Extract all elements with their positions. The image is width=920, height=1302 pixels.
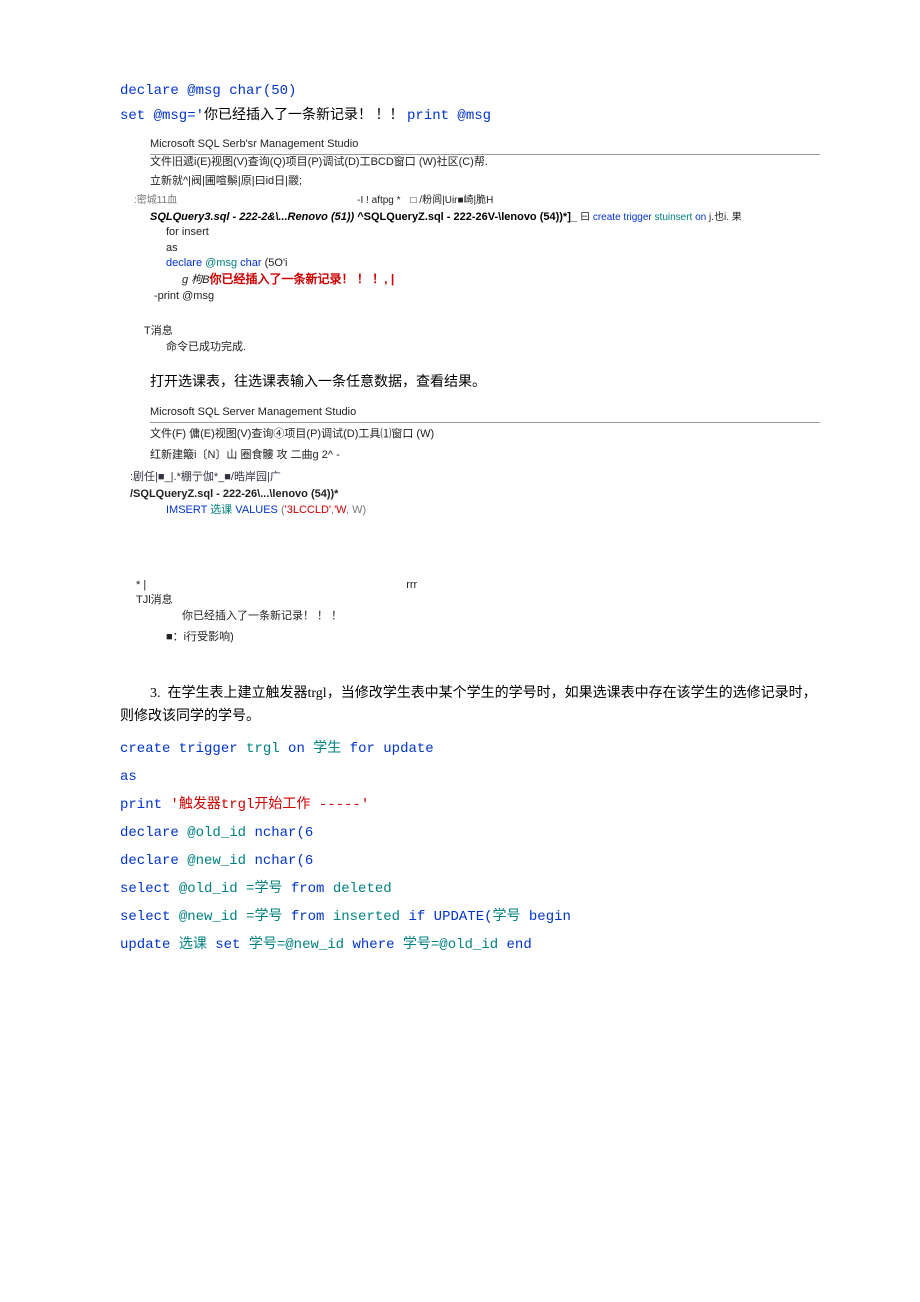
toolbar-row: 立新就^|阀|圃喧鬃|原|曰id日|鬷; [150, 174, 820, 189]
code-line: update 选课 set 学号=@new_id where 学号=@old_i… [120, 931, 820, 959]
menu-bar: 文件旧遞i(E)视图(V)查询(Q)项目(P)调试(D)工BCD窗口 (W)社区… [150, 155, 820, 170]
question-3: 3. 在学生表上建立触发器trgl，当修改学生表中某个学生的学号时，如果选课表中… [120, 682, 820, 730]
decor-text: * | [136, 578, 146, 593]
code-line: for insert [150, 225, 820, 240]
code-line: g 枸B你已经插入了一条新记录！ ！ ！, | [150, 271, 820, 288]
toolbar-fragment: □ /粉闾|Uir■崎|脆H [411, 194, 494, 208]
window-title: Microsoft SQL Serb'sr Management Studio [150, 137, 820, 155]
messages-header: TJl消息 [136, 593, 820, 608]
code-line: declare @new_id nchar(6 [120, 847, 820, 875]
messages-line: ■：i行受影响) [150, 630, 820, 645]
code-text: declare @msg char(50) [120, 83, 296, 99]
code-line: IMSERT 选课 VALUES ('3LCCLD','W, W) [150, 503, 820, 518]
code-line: create trigger trgl on 学生 for update [120, 735, 820, 763]
code-line: 曰 create trigger stuinsert on j.也i. 果 [580, 212, 742, 223]
toolbar-fragment: :密城11血 [134, 194, 177, 208]
code-line: declare @old_id nchar(6 [120, 819, 820, 847]
menu-bar: 文件(F) 傭(E)视图(V)查询④项目(P)调试(D)工具⑴窗口 (W) [150, 427, 820, 442]
code-line: print '触发器trgl开始工作 -----' [120, 791, 820, 819]
code-line: as [120, 763, 820, 791]
code-block-3: create trigger trgl on 学生 for update as … [120, 735, 820, 959]
question-number: 3. [150, 686, 161, 701]
code-line: -print @msg [154, 289, 820, 304]
window-title: Microsoft SQL Server Management Studio [150, 405, 820, 423]
messages-header: T消息 [144, 324, 820, 339]
code-text: set @msg=' [120, 108, 204, 124]
intro-code: declare @msg char(50) set @msg='你已经插入了一条… [120, 80, 820, 129]
decor-text: rrr [406, 578, 417, 593]
narrative-text: 打开选课表，往选课表输入一条任意数据，查看结果。 [150, 371, 820, 395]
messages-body: 命令已成功完成. [150, 340, 820, 355]
code-line: select @new_id =学号 from inserted if UPDA… [120, 903, 820, 931]
toolbar-row: 红新建簸i〔N〕山 圈食髏 攻 二曲g 2^ - [150, 448, 820, 463]
question-text: 在学生表上建立触发器trgl，当修改学生表中某个学生的学号时，如果选课表中存在该… [120, 686, 817, 725]
tab-label: /SQLQueryZ.sql - 222-26\...\lenovo (54))… [130, 487, 820, 502]
code-line: select @old_id =学号 from deleted [120, 875, 820, 903]
code-text: 你已经插入了一条新记录！ ！！ [204, 108, 407, 123]
ssms-block-2: Microsoft SQL Server Management Studio 文… [150, 405, 820, 646]
code-text: print @msg [407, 108, 491, 124]
toolbar-fragment: :剧任|■_|.*棚亍伽*_■/晧岸园|广 [130, 470, 820, 485]
toolbar-fragment: -I ! aftpg * [357, 194, 400, 208]
code-line: as [150, 241, 820, 256]
code-line: declare @msg char (5O'i [150, 256, 820, 271]
ssms-block-1: Microsoft SQL Serb'sr Management Studio … [150, 137, 820, 355]
tab-label: SQLQuery3.sql - 222-2&\...Renovo (51)) ^… [150, 211, 577, 223]
messages-line: 你已经插入了一条新记录！ ！ ！ [150, 609, 820, 624]
